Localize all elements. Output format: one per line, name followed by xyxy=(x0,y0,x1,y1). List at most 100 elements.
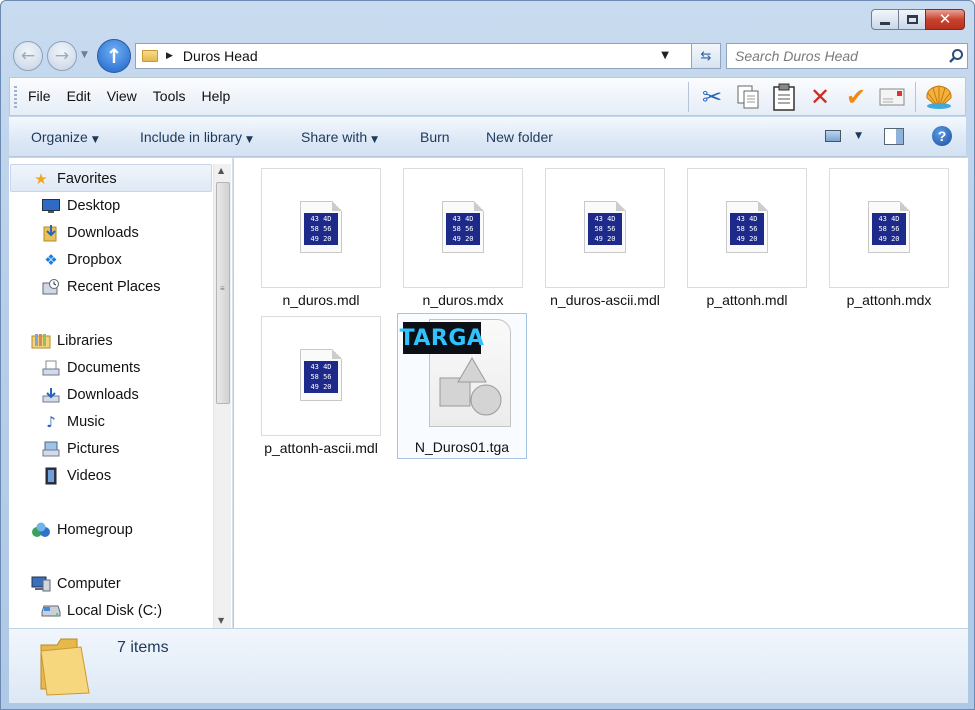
downloads-icon xyxy=(41,386,61,404)
chevron-down-icon: ▼ xyxy=(91,135,99,145)
file-item[interactable]: 43 4D 58 56 49 20 p_attonh.mdx xyxy=(821,168,957,309)
nav-homegroup[interactable]: Homegroup xyxy=(31,517,133,543)
up-button[interactable]: ↑ xyxy=(97,39,131,73)
toolbar-grip[interactable] xyxy=(14,86,17,108)
navigation-bar: ← → ▼ ↑ ▶ Duros Head ▼ ⇆ Search Duros He… xyxy=(9,39,968,73)
forward-button[interactable]: → xyxy=(47,41,77,71)
explorer-window: ✕ ← → ▼ ↑ ▶ Duros Head ▼ ⇆ Search Duros … xyxy=(0,0,975,710)
nav-computer[interactable]: Computer xyxy=(31,571,121,597)
new-folder-button[interactable]: New folder xyxy=(486,129,553,145)
minimize-button[interactable] xyxy=(871,9,899,30)
nav-desktop[interactable]: Desktop xyxy=(41,193,120,219)
file-thumbnail: 43 4D 58 56 49 20 xyxy=(261,168,381,288)
nav-videos[interactable]: Videos xyxy=(41,463,111,489)
hex-file-icon: 43 4D 58 56 49 20 xyxy=(868,201,910,253)
recent-pages-dropdown[interactable]: ▼ xyxy=(81,50,88,60)
nav-local-disk[interactable]: Local Disk (C:) xyxy=(41,598,162,624)
file-item[interactable]: 43 4D 58 56 49 20 n_duros.mdl xyxy=(253,168,389,309)
nav-recent-places-label: Recent Places xyxy=(67,279,161,295)
nav-libraries-label: Libraries xyxy=(57,333,113,349)
search-icon[interactable] xyxy=(945,48,967,64)
nav-music[interactable]: ♪ Music xyxy=(41,409,105,435)
back-button[interactable]: ← xyxy=(13,41,43,71)
breadcrumb-arrow-icon[interactable]: ▶ xyxy=(166,51,173,61)
burn-button[interactable]: Burn xyxy=(420,129,450,145)
toolbar-separator xyxy=(688,82,689,112)
help-icon[interactable]: ? xyxy=(932,126,952,146)
nav-documents[interactable]: Documents xyxy=(41,355,140,381)
search-input[interactable]: Search Duros Head xyxy=(735,48,945,64)
file-name: n_duros.mdx xyxy=(422,292,504,308)
nav-favorites[interactable]: ★ Favorites xyxy=(31,166,116,192)
file-item[interactable]: 43 4D 58 56 49 20 n_duros.mdx xyxy=(395,168,531,309)
local-disk-icon xyxy=(41,602,61,620)
share-with-button[interactable]: Share with ▼ xyxy=(301,129,378,145)
details-pane: 7 items xyxy=(9,628,968,703)
properties-check-icon[interactable]: ✔ xyxy=(838,81,874,113)
close-button[interactable]: ✕ xyxy=(925,9,965,30)
menu-help[interactable]: Help xyxy=(193,88,238,104)
chevron-down-icon: ▼ xyxy=(371,135,379,145)
hex-file-icon: 43 4D 58 56 49 20 xyxy=(300,349,342,401)
nav-videos-label: Videos xyxy=(67,468,112,484)
minimize-icon xyxy=(880,21,890,25)
address-dropdown-icon[interactable]: ▼ xyxy=(661,50,669,61)
scroll-up-arrow-icon[interactable]: ▲ xyxy=(218,166,224,175)
nav-libraries[interactable]: Libraries xyxy=(31,328,113,354)
preview-pane-icon[interactable] xyxy=(884,127,904,145)
nav-pictures[interactable]: Pictures xyxy=(41,436,119,462)
cut-icon[interactable]: ✂ xyxy=(694,81,730,113)
shell-icon[interactable] xyxy=(921,81,957,113)
file-name: N_Duros01.tga xyxy=(414,439,510,455)
menu-edit[interactable]: Edit xyxy=(59,88,99,104)
breadcrumb-current-folder[interactable]: Duros Head xyxy=(183,48,258,64)
mail-icon[interactable] xyxy=(874,81,910,113)
star-icon: ★ xyxy=(34,170,48,188)
file-list: 43 4D 58 56 49 20 n_duros.mdl 43 4D 58 56 49… xyxy=(234,158,968,628)
change-view-icon[interactable] xyxy=(825,130,842,142)
menu-bar: File Edit View Tools Help ✂ ✕ ✔ xyxy=(9,77,966,116)
menu-tools[interactable]: Tools xyxy=(145,88,194,104)
menu-file[interactable]: File xyxy=(20,88,59,104)
organize-button[interactable]: Organize ▼ xyxy=(31,129,99,145)
menu-view[interactable]: View xyxy=(99,88,145,104)
nav-pane-scrollbar[interactable]: ▲ ≡ ▼ xyxy=(213,164,231,628)
paste-icon[interactable] xyxy=(766,81,802,113)
homegroup-icon xyxy=(31,521,51,539)
address-bar[interactable]: ▶ Duros Head ▼ xyxy=(135,43,692,69)
scroll-down-arrow-icon[interactable]: ▼ xyxy=(218,616,224,625)
search-box[interactable]: Search Duros Head xyxy=(726,43,968,69)
music-icon: ♪ xyxy=(46,413,56,431)
file-item[interactable]: 43 4D 58 56 49 20 p_attonh.mdl xyxy=(679,168,815,309)
delete-icon[interactable]: ✕ xyxy=(802,81,838,113)
nav-recent-places[interactable]: Recent Places xyxy=(41,274,161,300)
file-item[interactable]: 43 4D 58 56 49 20 n_duros-ascii.mdl xyxy=(537,168,673,309)
nav-downloads-library[interactable]: Downloads xyxy=(41,382,139,408)
file-thumbnail: 43 4D 58 56 49 20 xyxy=(545,168,665,288)
refresh-button[interactable]: ⇆ xyxy=(692,43,721,69)
documents-icon xyxy=(41,359,61,377)
file-thumbnail: TARGA xyxy=(397,313,527,435)
navigation-pane: ★ Favorites Desktop Downloads ❖ Dropbox … xyxy=(9,158,233,628)
scrollbar-thumb[interactable]: ≡ xyxy=(216,182,230,404)
libraries-icon xyxy=(31,332,51,350)
nav-downloads-favorite[interactable]: Downloads xyxy=(41,220,139,246)
view-options-dropdown-icon[interactable]: ▼ xyxy=(855,131,862,141)
include-in-library-button[interactable]: Include in library ▼ xyxy=(140,129,253,145)
dropbox-icon: ❖ xyxy=(44,251,58,269)
copy-icon[interactable] xyxy=(730,81,766,113)
refresh-icon: ⇆ xyxy=(700,48,712,64)
command-bar-right: ▼ ? xyxy=(825,126,952,146)
scrollbar-grip: ≡ xyxy=(220,284,225,293)
downloads-icon xyxy=(41,224,61,242)
file-name: n_duros.mdl xyxy=(282,292,360,308)
nav-documents-label: Documents xyxy=(67,360,141,376)
maximize-button[interactable] xyxy=(898,9,926,30)
file-item[interactable]: 43 4D 58 56 49 20 p_attonh-ascii.mdl xyxy=(253,316,389,457)
videos-icon xyxy=(41,467,61,485)
folder-icon xyxy=(37,635,93,697)
file-item-selected[interactable]: TARGA N_Duros01.tga xyxy=(397,313,527,459)
nav-dropbox[interactable]: ❖ Dropbox xyxy=(41,247,122,273)
nav-homegroup-label: Homegroup xyxy=(57,522,133,538)
share-with-label: Share with xyxy=(301,129,368,145)
